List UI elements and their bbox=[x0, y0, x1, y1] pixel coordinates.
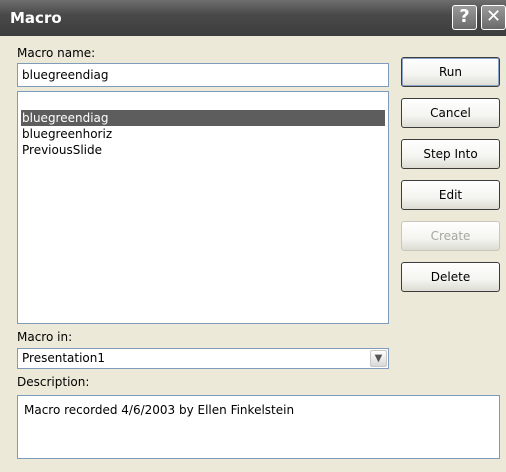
macro-in-select[interactable]: Presentation1 ▼ bbox=[17, 348, 389, 369]
macro-name-input[interactable]: bluegreendiag bbox=[17, 63, 389, 87]
run-button[interactable]: Run bbox=[401, 57, 500, 87]
macro-in-value: Presentation1 bbox=[22, 351, 105, 365]
delete-button[interactable]: Delete bbox=[401, 262, 500, 292]
macro-name-value: bluegreendiag bbox=[22, 68, 109, 82]
list-item[interactable]: bluegreendiag bbox=[21, 110, 385, 126]
window-title: Macro bbox=[10, 9, 62, 27]
description-box: Macro recorded 4/6/2003 by Ellen Finkels… bbox=[17, 395, 500, 459]
chevron-down-icon[interactable]: ▼ bbox=[370, 350, 387, 367]
title-bar[interactable]: Macro ? ✕ bbox=[0, 0, 506, 36]
edit-button[interactable]: Edit bbox=[401, 180, 500, 210]
close-button[interactable]: ✕ bbox=[481, 5, 506, 30]
list-item[interactable]: PreviousSlide bbox=[21, 142, 103, 158]
macro-name-label: Macro name: bbox=[17, 46, 96, 60]
list-item[interactable]: bluegreenhoriz bbox=[21, 126, 113, 142]
step-into-button[interactable]: Step Into bbox=[401, 139, 500, 169]
macro-in-label: Macro in: bbox=[17, 330, 73, 344]
macro-dialog: Macro ? ✕ Macro name: bluegreendiag blue… bbox=[0, 0, 506, 472]
description-label: Description: bbox=[17, 375, 90, 389]
cancel-button[interactable]: Cancel bbox=[401, 98, 500, 128]
create-button: Create bbox=[401, 221, 500, 251]
description-text: Macro recorded 4/6/2003 by Ellen Finkels… bbox=[24, 403, 295, 417]
macro-list[interactable]: bluegreendiag bluegreenhoriz PreviousSli… bbox=[17, 91, 389, 324]
help-button[interactable]: ? bbox=[452, 5, 477, 30]
